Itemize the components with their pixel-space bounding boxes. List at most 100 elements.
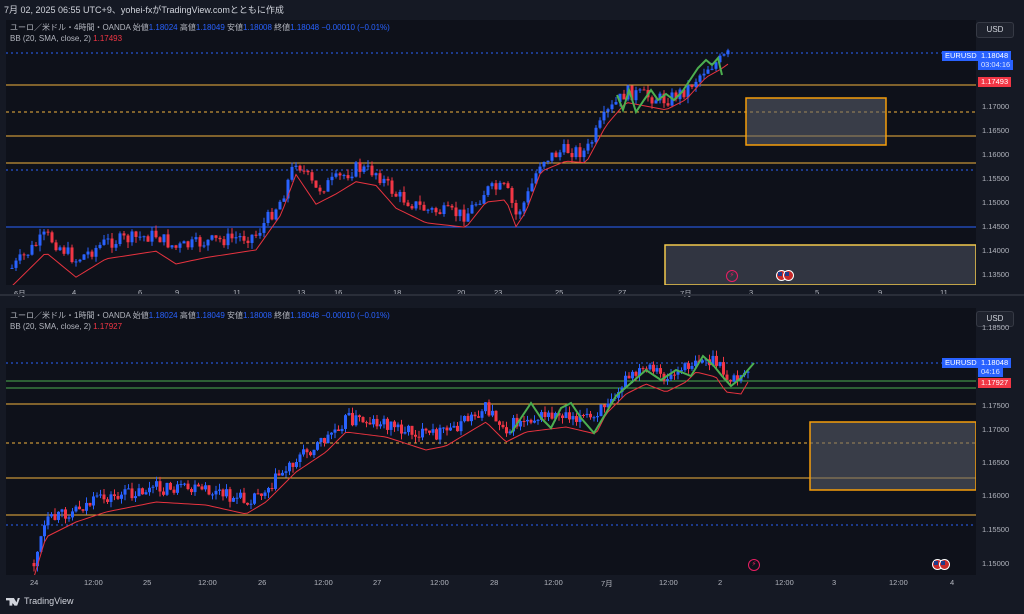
candle-body [165, 482, 169, 495]
candle-body [206, 239, 210, 246]
candle-body [602, 111, 606, 121]
candle-body [109, 494, 113, 502]
candle-body [142, 236, 146, 238]
candle-body [666, 379, 669, 381]
candle-body [113, 494, 116, 497]
candle-body [382, 178, 386, 184]
candle-body [442, 427, 445, 429]
candle-body [505, 427, 508, 434]
candle-body [598, 120, 602, 128]
candle-body [529, 419, 533, 423]
candle-body [452, 425, 456, 428]
candle-body [346, 175, 350, 179]
candle-body [450, 205, 454, 208]
candle-body [407, 425, 410, 433]
candle-body [22, 254, 26, 256]
candle-body [501, 424, 505, 428]
candle-body [26, 254, 30, 256]
time-tick-label: 26 [258, 578, 267, 587]
candle-body [344, 415, 347, 429]
candle-body [606, 109, 610, 112]
candle-body [396, 424, 400, 428]
bb-price-tag: 1.17927 [978, 378, 1012, 388]
candle-body [94, 247, 98, 257]
candle-body [62, 247, 66, 254]
candle-body [274, 473, 277, 489]
candle-body [106, 499, 109, 502]
candle-body [281, 472, 284, 476]
tradingview-logo[interactable]: TradingView [6, 596, 74, 606]
candle-body [462, 209, 466, 222]
candle-body [428, 430, 431, 433]
candle-body [375, 418, 379, 427]
chart-header: 7月 02, 2025 06:55 UTC+9、yohei-fxがTrading… [4, 5, 284, 15]
candle-body [498, 182, 502, 190]
candle-body [234, 237, 238, 239]
candle-body [298, 454, 302, 462]
candle-body [66, 247, 70, 254]
time-tick-label: 27 [373, 578, 382, 587]
ohlc-legend-1h: ユーロ／米ドル・1時間・OANDA 始値1.18024 高値1.18049 安値… [10, 311, 390, 320]
candle-body [726, 50, 730, 55]
candlestick-chart-1h[interactable] [6, 308, 977, 578]
time-tick-label: 12:00 [430, 578, 449, 587]
candle-body [60, 509, 64, 512]
elliott-wave-projection [510, 354, 755, 435]
price-tick-label: 1.16500 [982, 126, 1010, 135]
candle-body [710, 68, 714, 70]
currency-button-top[interactable]: USD [976, 22, 1014, 38]
candle-body [218, 237, 222, 240]
event-bolt-icon[interactable]: ⚡ [748, 559, 760, 571]
price-tick-label: 1.17500 [982, 401, 1010, 410]
price-tick-label: 1.14500 [982, 222, 1010, 231]
time-tick-label: 3 [832, 578, 837, 587]
candle-body [314, 180, 318, 188]
candle-body [172, 489, 176, 493]
candle-body [278, 201, 282, 210]
candle-body [179, 484, 183, 486]
bb-legend-4h[interactable]: BB (20, SMA, close, 2) 1.17493 [10, 33, 122, 44]
candle-body [398, 191, 402, 197]
candle-body [718, 362, 722, 366]
candle-body [390, 180, 394, 194]
candle-body [162, 491, 165, 495]
time-tick-label: 12:00 [84, 578, 103, 587]
chart-pane-1h[interactable]: ユーロ／米ドル・1時間・OANDA 始値1.18024 高値1.18049 安値… [6, 308, 977, 578]
candle-body [687, 363, 690, 369]
candle-body [137, 488, 141, 497]
chart-pane-4h[interactable]: ユーロ／米ドル・4時間・OANDA 始値1.18024 高値1.18049 安値… [6, 20, 977, 287]
candle-body [334, 173, 338, 177]
candle-body [342, 175, 346, 177]
candle-body [162, 234, 166, 243]
candle-body [445, 427, 449, 431]
candle-body [378, 173, 382, 184]
candle-body [340, 428, 344, 432]
candle-body [197, 484, 200, 487]
candle-body [578, 147, 582, 158]
candle-body [43, 525, 46, 537]
candle-body [442, 205, 446, 215]
candle-body [550, 412, 554, 419]
candle-body [526, 419, 529, 422]
us-flag-icon[interactable] [939, 559, 950, 570]
candle-body [571, 416, 575, 420]
candle-body [403, 432, 407, 434]
candle-body [562, 144, 566, 153]
candle-body [426, 209, 430, 211]
candle-body [652, 364, 655, 372]
symbol-info: ユーロ／米ドル・4時間・OANDA [10, 23, 131, 32]
pane-divider[interactable] [0, 294, 1024, 296]
bb-legend-1h[interactable]: BB (20, SMA, close, 2) 1.17927 [10, 321, 122, 332]
candle-body [260, 493, 263, 496]
candle-body [170, 245, 174, 248]
candle-body [642, 89, 646, 91]
candle-body [586, 143, 590, 151]
us-flag-icon[interactable] [783, 270, 794, 281]
candle-body [722, 362, 725, 375]
candle-body [10, 267, 14, 269]
candle-body [370, 165, 374, 176]
time-tick-label: 12:00 [889, 578, 908, 587]
candle-body [374, 173, 378, 176]
event-bolt-icon[interactable]: ⚡ [726, 270, 738, 282]
candlestick-chart-4h[interactable] [6, 20, 977, 287]
